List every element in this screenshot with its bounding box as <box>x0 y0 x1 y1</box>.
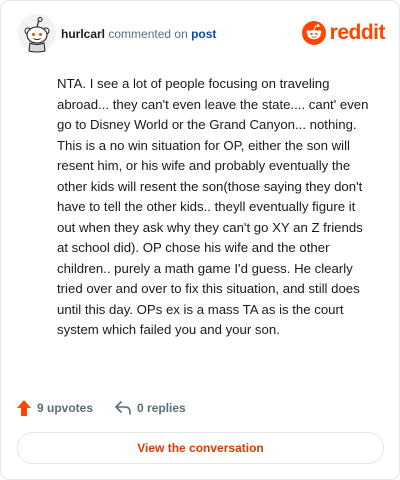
replies-count: 0 replies <box>137 401 186 415</box>
author-line: hurlcarl commented on post <box>61 27 216 41</box>
comment-header: hurlcarl commented on post reddit <box>17 13 386 53</box>
post-link[interactable]: post <box>191 27 216 41</box>
upvotes-count: 9 upvotes <box>37 401 94 415</box>
comment-card: hurlcarl commented on post reddit NTA. I… <box>0 0 400 480</box>
reddit-logo[interactable]: reddit <box>301 20 386 46</box>
replies[interactable]: 0 replies <box>115 401 186 415</box>
upvote-arrow-icon <box>17 400 31 416</box>
upvotes[interactable]: 9 upvotes <box>17 400 93 416</box>
comment-body: NTA. I see a lot of people focusing on t… <box>57 76 369 337</box>
brand-name: reddit <box>329 21 386 44</box>
view-conversation-button[interactable]: View the conversation <box>17 432 384 464</box>
snoo-avatar-icon[interactable] <box>17 13 57 53</box>
username[interactable]: hurlcarl <box>61 27 105 41</box>
comment-footer: 9 upvotes 0 replies <box>17 399 208 417</box>
action-text: commented on <box>108 27 188 41</box>
reply-arrow-icon <box>115 401 131 415</box>
reddit-logo-icon <box>301 21 326 45</box>
